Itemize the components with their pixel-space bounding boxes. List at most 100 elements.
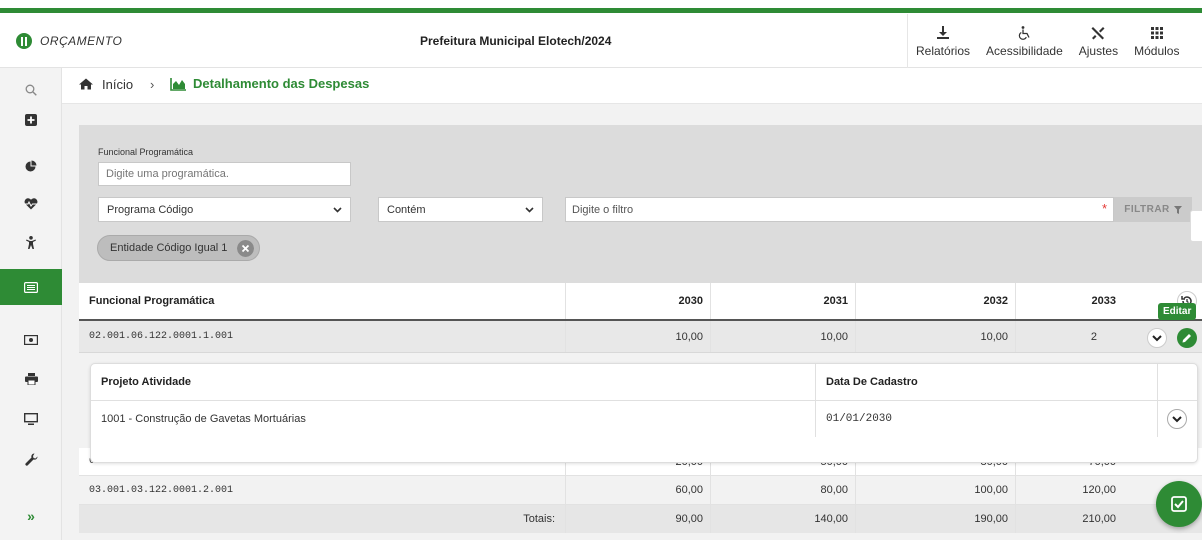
chevron-down-icon bbox=[525, 206, 534, 213]
modules-button[interactable]: Módulos bbox=[1126, 14, 1187, 68]
sidebar-item-health[interactable] bbox=[0, 186, 62, 222]
reports-label: Relatórios bbox=[916, 43, 971, 58]
expand-icon: » bbox=[27, 508, 35, 524]
side-panel-toggle[interactable] bbox=[1190, 210, 1202, 242]
operator-select-value: Contém bbox=[387, 203, 426, 216]
chevron-down-icon bbox=[333, 206, 342, 213]
column-header-2031[interactable]: 2031 bbox=[711, 283, 856, 319]
row-2031: 80,00 bbox=[711, 476, 856, 504]
filter-value-input[interactable]: Digite o filtro * bbox=[565, 197, 1114, 222]
detail-header-data: Data De Cadastro bbox=[826, 376, 918, 388]
table-header: Funcional Programática 2030 2031 2032 20… bbox=[79, 283, 1202, 321]
settings-label: Ajustes bbox=[1078, 43, 1119, 58]
detail-header-projeto: Projeto Atividade bbox=[101, 376, 192, 388]
app-header: ORÇAMENTO Prefeitura Municipal Elotech/2… bbox=[0, 14, 1202, 68]
row-code: 02.001.06.122.0001.1.001 bbox=[79, 321, 566, 352]
home-icon[interactable] bbox=[79, 78, 93, 90]
reports-button[interactable]: Relatórios bbox=[908, 14, 978, 68]
row-2032: 100,00 bbox=[856, 476, 1016, 504]
sidebar-item-print[interactable] bbox=[0, 361, 62, 397]
pie-chart-icon bbox=[25, 160, 37, 172]
brand-bar bbox=[0, 8, 1202, 13]
column-header-programatica[interactable]: Funcional Programática bbox=[79, 283, 566, 319]
edit-tooltip: Editar bbox=[1158, 303, 1197, 320]
accessibility-button[interactable]: Acessibilidade bbox=[978, 14, 1071, 68]
sidebar-item-social[interactable] bbox=[0, 224, 62, 260]
totals-2032: 190,00 bbox=[856, 505, 1016, 533]
header-actions: Relatórios Acessibilidade Ajustes Módulo… bbox=[907, 14, 1187, 68]
row-2031: 10,00 bbox=[711, 321, 856, 352]
sidebar-item-list[interactable] bbox=[0, 269, 62, 305]
totals-2030: 90,00 bbox=[566, 505, 711, 533]
row-2033: 2 bbox=[1090, 330, 1097, 343]
confirm-fab[interactable] bbox=[1156, 481, 1202, 527]
area-chart-icon bbox=[170, 78, 186, 91]
table-row[interactable]: 03.001.03.122.0001.2.001 60,00 80,00 100… bbox=[79, 476, 1202, 505]
row-detail-panel: Projeto Atividade Data De Cadastro 1001 … bbox=[90, 363, 1198, 463]
breadcrumb-current: Detalhamento das Despesas bbox=[193, 76, 370, 91]
filter-button[interactable]: FILTRAR bbox=[1114, 197, 1192, 222]
settings-button[interactable]: Ajustes bbox=[1071, 14, 1126, 68]
totals-2033: 210,00 bbox=[1082, 513, 1116, 525]
filter-panel: Funcional Programática Programa Código C… bbox=[79, 125, 1202, 283]
detail-data: 01/01/2030 bbox=[826, 413, 893, 425]
accessibility-label: Acessibilidade bbox=[986, 43, 1063, 58]
tools-icon bbox=[1091, 25, 1105, 41]
tenant-name: Prefeitura Municipal Elotech/2024 bbox=[420, 34, 612, 48]
field-select-value: Programa Código bbox=[107, 203, 194, 216]
column-header-2032[interactable]: 2032 bbox=[856, 283, 1016, 319]
money-icon bbox=[24, 335, 38, 345]
list-icon bbox=[24, 281, 38, 293]
heartbeat-icon bbox=[24, 198, 38, 210]
sidebar-item-charts[interactable] bbox=[0, 148, 62, 184]
monitor-icon bbox=[24, 413, 38, 425]
sidebar-item-tools[interactable] bbox=[0, 441, 62, 477]
chevron-down-icon bbox=[1172, 415, 1182, 422]
sidebar-item-desktop[interactable] bbox=[0, 401, 62, 437]
column-header-2033[interactable]: 2033 bbox=[1016, 283, 1158, 319]
detail-row[interactable]: 1001 - Construção de Gavetas Mortuárias … bbox=[91, 401, 1197, 437]
breadcrumb-separator: › bbox=[150, 77, 155, 92]
search-icon bbox=[25, 84, 37, 96]
programatica-input[interactable] bbox=[98, 162, 351, 186]
top-stripe bbox=[0, 0, 1202, 14]
sidebar-item-finance[interactable] bbox=[0, 322, 62, 358]
field-select[interactable]: Programa Código bbox=[98, 197, 351, 222]
active-filter-label: Entidade Código Igual 1 bbox=[110, 242, 228, 254]
breadcrumb-home-link[interactable]: Início bbox=[102, 77, 133, 92]
app-title: ORÇAMENTO bbox=[40, 34, 123, 48]
operator-select[interactable]: Contém bbox=[378, 197, 543, 222]
totals-row: Totais: 90,00 140,00 190,00 210,00 bbox=[79, 505, 1202, 533]
expand-detail-button[interactable] bbox=[1167, 409, 1187, 429]
grid-icon bbox=[1150, 25, 1163, 41]
funnel-icon bbox=[1173, 205, 1182, 214]
chevron-down-icon bbox=[1152, 334, 1162, 341]
filter-value-placeholder: Digite o filtro bbox=[572, 204, 634, 216]
active-filter-chip: Entidade Código Igual 1 bbox=[97, 235, 261, 261]
expand-row-button[interactable] bbox=[1147, 328, 1167, 348]
check-square-icon bbox=[1171, 496, 1187, 512]
close-icon bbox=[237, 240, 255, 257]
download-icon bbox=[937, 25, 950, 41]
modules-label: Módulos bbox=[1134, 43, 1180, 58]
wheelchair-icon bbox=[1018, 25, 1031, 41]
table-row[interactable]: 02.001.06.122.0001.1.001 10,00 10,00 10,… bbox=[79, 321, 1202, 353]
breadcrumb: Início › Detalhamento das Despesas bbox=[62, 68, 1202, 104]
sidebar: » bbox=[0, 68, 62, 540]
programatica-label: Funcional Programática bbox=[98, 147, 194, 157]
row-code: 03.001.03.122.0001.2.001 bbox=[79, 476, 566, 504]
remove-filter-button[interactable] bbox=[237, 240, 255, 257]
required-mark: * bbox=[1102, 201, 1108, 216]
child-icon bbox=[26, 235, 36, 249]
edit-row-button[interactable] bbox=[1177, 328, 1197, 348]
printer-icon bbox=[24, 373, 38, 385]
sidebar-expand-button[interactable]: » bbox=[0, 498, 62, 534]
row-2032: 10,00 bbox=[856, 321, 1016, 352]
totals-2031: 140,00 bbox=[711, 505, 856, 533]
totals-label: Totais: bbox=[79, 505, 566, 533]
sidebar-item-add[interactable] bbox=[0, 102, 62, 138]
row-2030: 10,00 bbox=[566, 321, 711, 352]
app-logo-icon bbox=[16, 33, 32, 49]
detail-header: Projeto Atividade Data De Cadastro bbox=[91, 364, 1197, 401]
column-header-2030[interactable]: 2030 bbox=[566, 283, 711, 319]
